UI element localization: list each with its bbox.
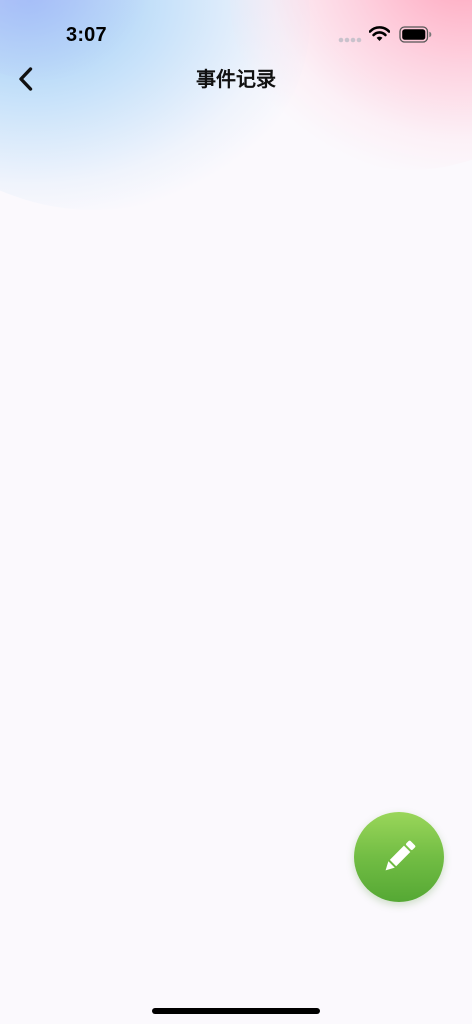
- battery-icon: [399, 26, 432, 43]
- status-time: 3:07: [66, 24, 107, 46]
- pencil-icon: [385, 840, 416, 871]
- home-indicator: [152, 1008, 320, 1014]
- back-button[interactable]: [8, 60, 44, 98]
- signal-dots-icon: [338, 37, 362, 43]
- wifi-icon: [369, 26, 390, 41]
- add-event-button[interactable]: [354, 812, 444, 902]
- navigation-bar: 事件记录: [0, 56, 472, 102]
- chevron-left-icon: [19, 67, 33, 91]
- event-log-screen: 3:07 事件记录: [0, 0, 472, 1024]
- page-title: 事件记录: [196, 67, 276, 91]
